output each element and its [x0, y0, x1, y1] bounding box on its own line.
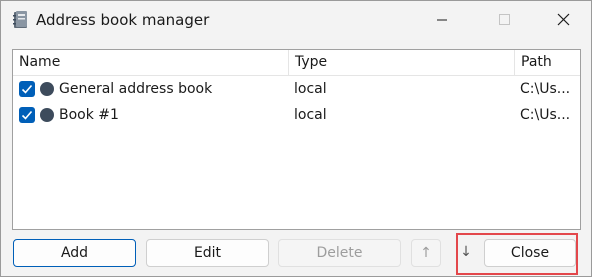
- address-book-icon: [12, 10, 30, 30]
- status-dot-icon: [40, 108, 54, 122]
- column-header-name[interactable]: Name: [13, 50, 288, 75]
- delete-button: Delete: [278, 239, 401, 267]
- minimize-button[interactable]: [419, 1, 465, 39]
- maximize-button: [481, 1, 527, 39]
- checkmark-icon: [21, 84, 33, 94]
- row-name: General address book: [59, 81, 213, 97]
- address-book-list[interactable]: Name Type Path General address book loca…: [12, 49, 581, 230]
- list-header: Name Type Path: [13, 50, 580, 76]
- titlebar: Address book manager: [1, 1, 591, 39]
- status-dot-icon: [40, 82, 54, 96]
- row-path: C:\Us...: [520, 81, 571, 97]
- highlight-box: [456, 233, 578, 275]
- checkmark-icon: [21, 110, 33, 120]
- row-name: Book #1: [59, 107, 119, 123]
- window-close-button[interactable]: [541, 1, 587, 39]
- row-type: local: [294, 81, 327, 97]
- table-row[interactable]: Book #1 local C:\Us...: [13, 102, 580, 128]
- table-row[interactable]: General address book local C:\Us...: [13, 76, 580, 102]
- row-path: C:\Us...: [520, 107, 571, 123]
- row-type: local: [294, 107, 327, 123]
- row-checkbox[interactable]: [19, 81, 35, 97]
- column-header-type[interactable]: Type: [288, 50, 514, 75]
- window-title: Address book manager: [36, 11, 210, 29]
- edit-button[interactable]: Edit: [146, 239, 269, 267]
- column-header-path[interactable]: Path: [514, 50, 580, 75]
- address-book-manager-window: Address book manager Name Type Path Gene…: [0, 0, 592, 277]
- row-checkbox[interactable]: [19, 107, 35, 123]
- add-button[interactable]: Add: [13, 239, 136, 267]
- move-up-button: ↑: [411, 239, 441, 267]
